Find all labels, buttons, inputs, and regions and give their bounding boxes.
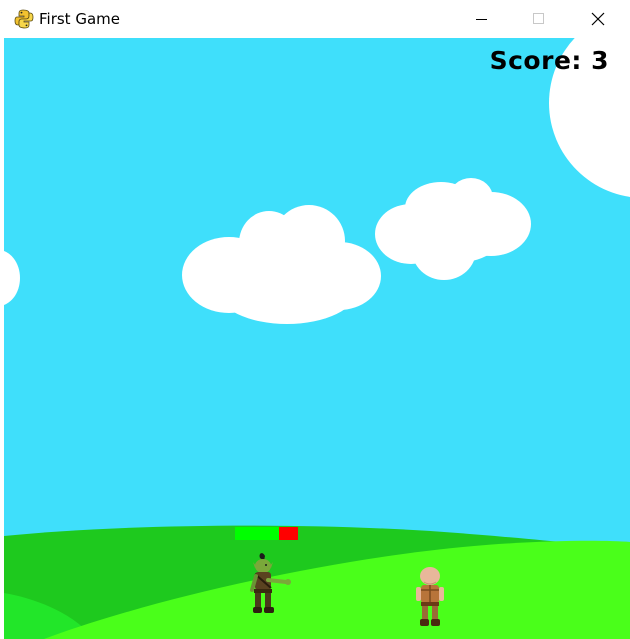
bald-warrior-player-sprite xyxy=(416,567,444,626)
game-canvas[interactable]: Score: 3 xyxy=(4,38,630,639)
window-title: First Game xyxy=(39,10,120,28)
health-bar-lost xyxy=(279,527,298,540)
close-icon xyxy=(591,12,605,26)
enemy-health-bar xyxy=(235,527,298,540)
game-window: First Game Score: 3 xyxy=(0,0,630,639)
maximize-button[interactable] xyxy=(511,0,565,38)
minimize-button[interactable] xyxy=(455,0,509,38)
goblin-enemy-sprite xyxy=(250,553,291,613)
minimize-icon xyxy=(476,19,487,20)
health-bar-remaining xyxy=(235,527,280,540)
score-label: Score: 3 xyxy=(489,46,609,75)
python-snake-icon xyxy=(14,9,34,29)
close-button[interactable] xyxy=(569,0,623,38)
title-bar[interactable]: First Game xyxy=(0,0,630,38)
background-scene xyxy=(4,38,630,639)
maximize-icon xyxy=(533,13,544,24)
